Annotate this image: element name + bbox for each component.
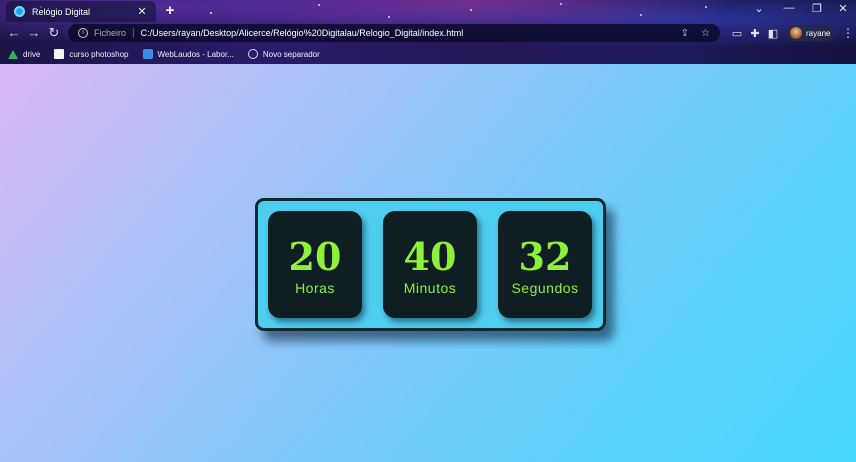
hours-card: 20 Horas <box>268 211 362 318</box>
page-viewport: 20 Horas 40 Minutos 32 Segundos <box>0 64 856 462</box>
minutes-value: 40 <box>403 234 457 279</box>
browser-menu-icon[interactable]: ⋮ <box>842 26 854 40</box>
site-info-icon[interactable]: i <box>78 28 88 38</box>
profile-button[interactable]: rayane <box>786 25 834 41</box>
close-window-button[interactable]: ✕ <box>836 2 850 15</box>
share-icon[interactable]: ⇪ <box>681 28 689 39</box>
tab-relogio-digital[interactable]: Relógio Digital ✕ <box>6 1 156 22</box>
minutes-card: 40 Minutos <box>383 211 477 318</box>
back-button[interactable]: ← <box>7 26 21 40</box>
address-bar[interactable]: i Ficheiro | C:/Users/rayan/Desktop/Alic… <box>68 24 720 42</box>
browser-chrome: Relógio Digital ✕ + ⌄ — ❐ ✕ ← → ↻ i Fich… <box>0 0 856 64</box>
extensions-puzzle-icon[interactable]: ✚ <box>749 27 761 40</box>
tab-title: Relógio Digital <box>32 6 91 17</box>
digital-clock: 20 Horas 40 Minutos 32 Segundos <box>255 198 606 331</box>
seconds-value: 32 <box>518 234 572 279</box>
seconds-card: 32 Segundos <box>498 211 592 318</box>
seconds-label: Segundos <box>511 280 579 296</box>
drive-icon <box>8 49 18 59</box>
bookmark-weblaudos[interactable]: WebLaudos - Labor... <box>142 49 234 59</box>
weblaudos-icon <box>142 49 153 59</box>
page-icon <box>54 49 65 59</box>
minimize-button[interactable]: — <box>782 2 796 14</box>
tab-search-icon[interactable]: ⌄ <box>752 2 766 15</box>
avatar <box>790 27 802 39</box>
cast-icon[interactable]: ▭ <box>731 27 743 40</box>
tab-strip: Relógio Digital ✕ + ⌄ — ❐ ✕ <box>0 0 856 22</box>
globe-icon <box>247 49 258 59</box>
address-url[interactable]: C:/Users/rayan/Desktop/Alicerce/Relógio%… <box>141 28 669 38</box>
bookmarks-bar: drive curso photoshop WebLaudos - Labor.… <box>0 44 856 64</box>
forward-button[interactable]: → <box>27 26 41 40</box>
browser-toolbar: ← → ↻ i Ficheiro | C:/Users/rayan/Deskto… <box>0 22 856 44</box>
bookmark-label: WebLaudos - Labor... <box>157 49 234 59</box>
scheme-label: Ficheiro <box>94 28 127 38</box>
bookmark-novo-separador[interactable]: Novo separador <box>247 49 320 59</box>
hours-label: Horas <box>295 280 335 296</box>
tab-close-icon[interactable]: ✕ <box>136 5 148 18</box>
new-tab-button[interactable]: + <box>163 2 177 19</box>
bookmark-star-icon[interactable]: ☆ <box>701 28 710 39</box>
bookmark-label: drive <box>23 49 41 59</box>
bookmark-label: curso photoshop <box>69 49 129 59</box>
minutes-label: Minutos <box>403 280 457 296</box>
address-separator: | <box>132 27 135 39</box>
tab-favicon-icon <box>14 6 25 17</box>
bookmark-drive[interactable]: drive <box>8 49 41 59</box>
profile-name: rayane <box>806 28 831 38</box>
bookmark-label: Novo separador <box>262 49 320 59</box>
restore-button[interactable]: ❐ <box>810 2 824 15</box>
bookmark-curso-photoshop[interactable]: curso photoshop <box>54 49 129 59</box>
reload-button[interactable]: ↻ <box>47 26 61 40</box>
hours-value: 20 <box>288 234 342 279</box>
side-panel-icon[interactable]: ◧ <box>767 27 779 40</box>
